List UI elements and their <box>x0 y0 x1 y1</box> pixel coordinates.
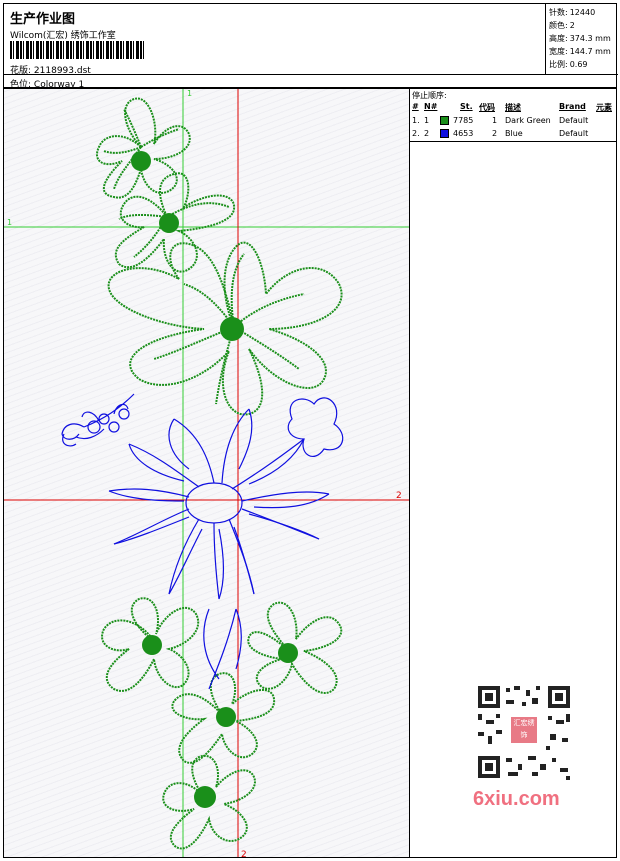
col-n: N# <box>424 102 438 111</box>
red-guide-label-bottom: 2 <box>241 850 247 858</box>
stitch-count: 针数: 12440 <box>549 8 596 17</box>
green-flowers <box>96 97 343 850</box>
col-st: St. <box>460 102 473 111</box>
qr-code-icon: 汇宏绣饰 <box>470 680 578 784</box>
watermark-text: 6xiu.com <box>473 788 560 810</box>
header-panel: 生产作业图 Wilcom(汇宏) 绣饰工作室 花版: 2118993.dst 色… <box>3 3 618 90</box>
page-title: 生产作业图 <box>10 12 76 27</box>
company-name: Wilcom(汇宏) 绣饰工作室 <box>10 31 116 41</box>
col-desc: 描述 <box>505 103 521 112</box>
red-guide-label: 2 <box>396 491 402 501</box>
col-code: 代码 <box>479 103 495 112</box>
stop-sequence-title: 停止顺序: <box>412 91 447 100</box>
qr-center-logo: 汇宏绣饰 <box>510 716 538 744</box>
color-swatch-green <box>440 116 449 125</box>
design-label: 花版: <box>10 66 32 76</box>
embroidery-design: 1 1 2 2 <box>4 89 409 858</box>
col-element: 元素 <box>596 103 612 112</box>
design-canvas: 1 1 2 2 <box>3 88 410 858</box>
stats-panel: 针数: 12440 颜色: 2 高度: 374.3 mm 宽度: 144.7 mm 比例… <box>545 4 618 74</box>
design-filename: 花版: 2118993.dst <box>10 63 91 76</box>
green-guide-label-top: 1 <box>187 89 192 98</box>
header-divider <box>4 74 618 75</box>
green-guide-label: 1 <box>7 218 12 227</box>
width-value: 宽度: 144.7 mm <box>549 47 611 56</box>
barcode <box>10 41 144 59</box>
height-value: 高度: 374.3 mm <box>549 34 611 43</box>
col-brand: Brand <box>559 102 586 111</box>
design-value: 2118993.dst <box>33 66 91 76</box>
color-count: 颜色: 2 <box>549 21 575 30</box>
col-num: # <box>412 102 419 111</box>
panel-divider <box>410 141 616 142</box>
scale-value: 比例: 0.69 <box>549 60 588 69</box>
color-swatch-blue <box>440 129 449 138</box>
